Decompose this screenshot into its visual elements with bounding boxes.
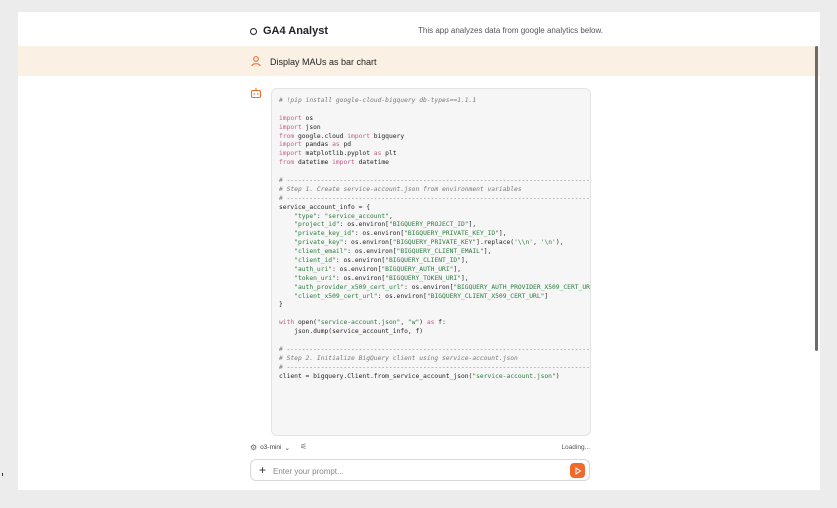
app-description: This app analyzes data from google analy… [418, 26, 603, 35]
model-label: o3-mini [260, 444, 282, 451]
code-block[interactable]: # !pip install google-cloud-bigquery db-… [271, 88, 591, 436]
user-message-text: Display MAUs as bar chart [270, 57, 377, 67]
code-line: "client_email": os.environ["BIGQUERY_CLI… [294, 248, 492, 256]
code-line: # !pip install google-cloud-bigquery db-… [279, 97, 477, 104]
code-line: # --------------------------------------… [279, 194, 590, 202]
user-message: Display MAUs as bar chart [18, 46, 820, 76]
chevron-down-icon: ⌄ [284, 444, 290, 452]
prompt-composer: + [250, 459, 590, 481]
model-selector[interactable]: ⚙ o3-mini ⌄ [250, 443, 290, 452]
loading-status: Loading... [561, 444, 590, 451]
code-line: "auth_uri": os.environ["BIGQUERY_AUTH_UR… [294, 265, 462, 273]
code-line: import pandas as pd [279, 141, 352, 149]
model-row: ⚙ o3-mini ⌄ ⚟ Loading... [250, 441, 590, 455]
code-line: from datetime import datetime [279, 159, 389, 167]
bot-icon [250, 88, 262, 99]
send-button[interactable] [570, 463, 585, 478]
code-line: "auth_provider_x509_cert_url": os.enviro… [294, 283, 591, 291]
app-header: GA4 Analyst This app analyzes data from … [18, 12, 820, 46]
send-icon [575, 466, 581, 475]
cursor-mark [2, 473, 3, 476]
code-line: from google.cloud import bigquery [279, 132, 405, 140]
code-line: "token_uri": os.environ["BIGQUERY_TOKEN_… [294, 274, 469, 282]
tools-icon[interactable]: ⚟ [300, 442, 307, 451]
code-line: import os [279, 114, 314, 122]
code-line: # --------------------------------------… [279, 345, 590, 353]
code-line: import json [279, 123, 321, 131]
code-line: # --------------------------------------… [279, 177, 590, 185]
code-line: with open("service-account.json", "w") a… [279, 319, 446, 327]
code-line: "private_key": os.environ["BIGQUERY_PRIV… [294, 239, 564, 247]
code-line: # Step 2. Initialize BigQuery client usi… [279, 354, 518, 362]
code-line: "private_key_id": os.environ["BIGQUERY_P… [294, 230, 507, 238]
code-content: # !pip install google-cloud-bigquery db-… [279, 97, 591, 382]
user-icon [251, 56, 261, 67]
add-attachment-button[interactable]: + [259, 463, 266, 477]
app-title: GA4 Analyst [250, 25, 328, 37]
code-line: # --------------------------------------… [279, 363, 590, 371]
app-window: GA4 Analyst This app analyzes data from … [18, 12, 820, 490]
gear-icon: ⚙ [250, 443, 258, 452]
code-line: "client_id": os.environ["BIGQUERY_CLIENT… [294, 257, 469, 265]
code-line: client = bigquery.Client.from_service_ac… [279, 372, 560, 380]
prompt-input[interactable] [273, 464, 553, 478]
app-logo-icon [250, 27, 257, 35]
code-line: "client_x509_cert_url": os.environ["BIGQ… [294, 292, 549, 300]
code-line: "type": "service_account", [294, 212, 393, 220]
app-title-text: GA4 Analyst [263, 25, 329, 37]
code-line: json.dump(service_account_info, f) [279, 328, 424, 336]
code-line: service_account_info = { [279, 203, 370, 211]
code-line: # Step 1. Create service-account.json fr… [279, 185, 522, 193]
code-line: } [279, 301, 283, 309]
scrollbar-thumb[interactable] [815, 46, 818, 351]
code-line: import matplotlib.pyplot as plt [279, 150, 397, 158]
code-line: "project_id": os.environ["BIGQUERY_PROJE… [294, 221, 477, 229]
